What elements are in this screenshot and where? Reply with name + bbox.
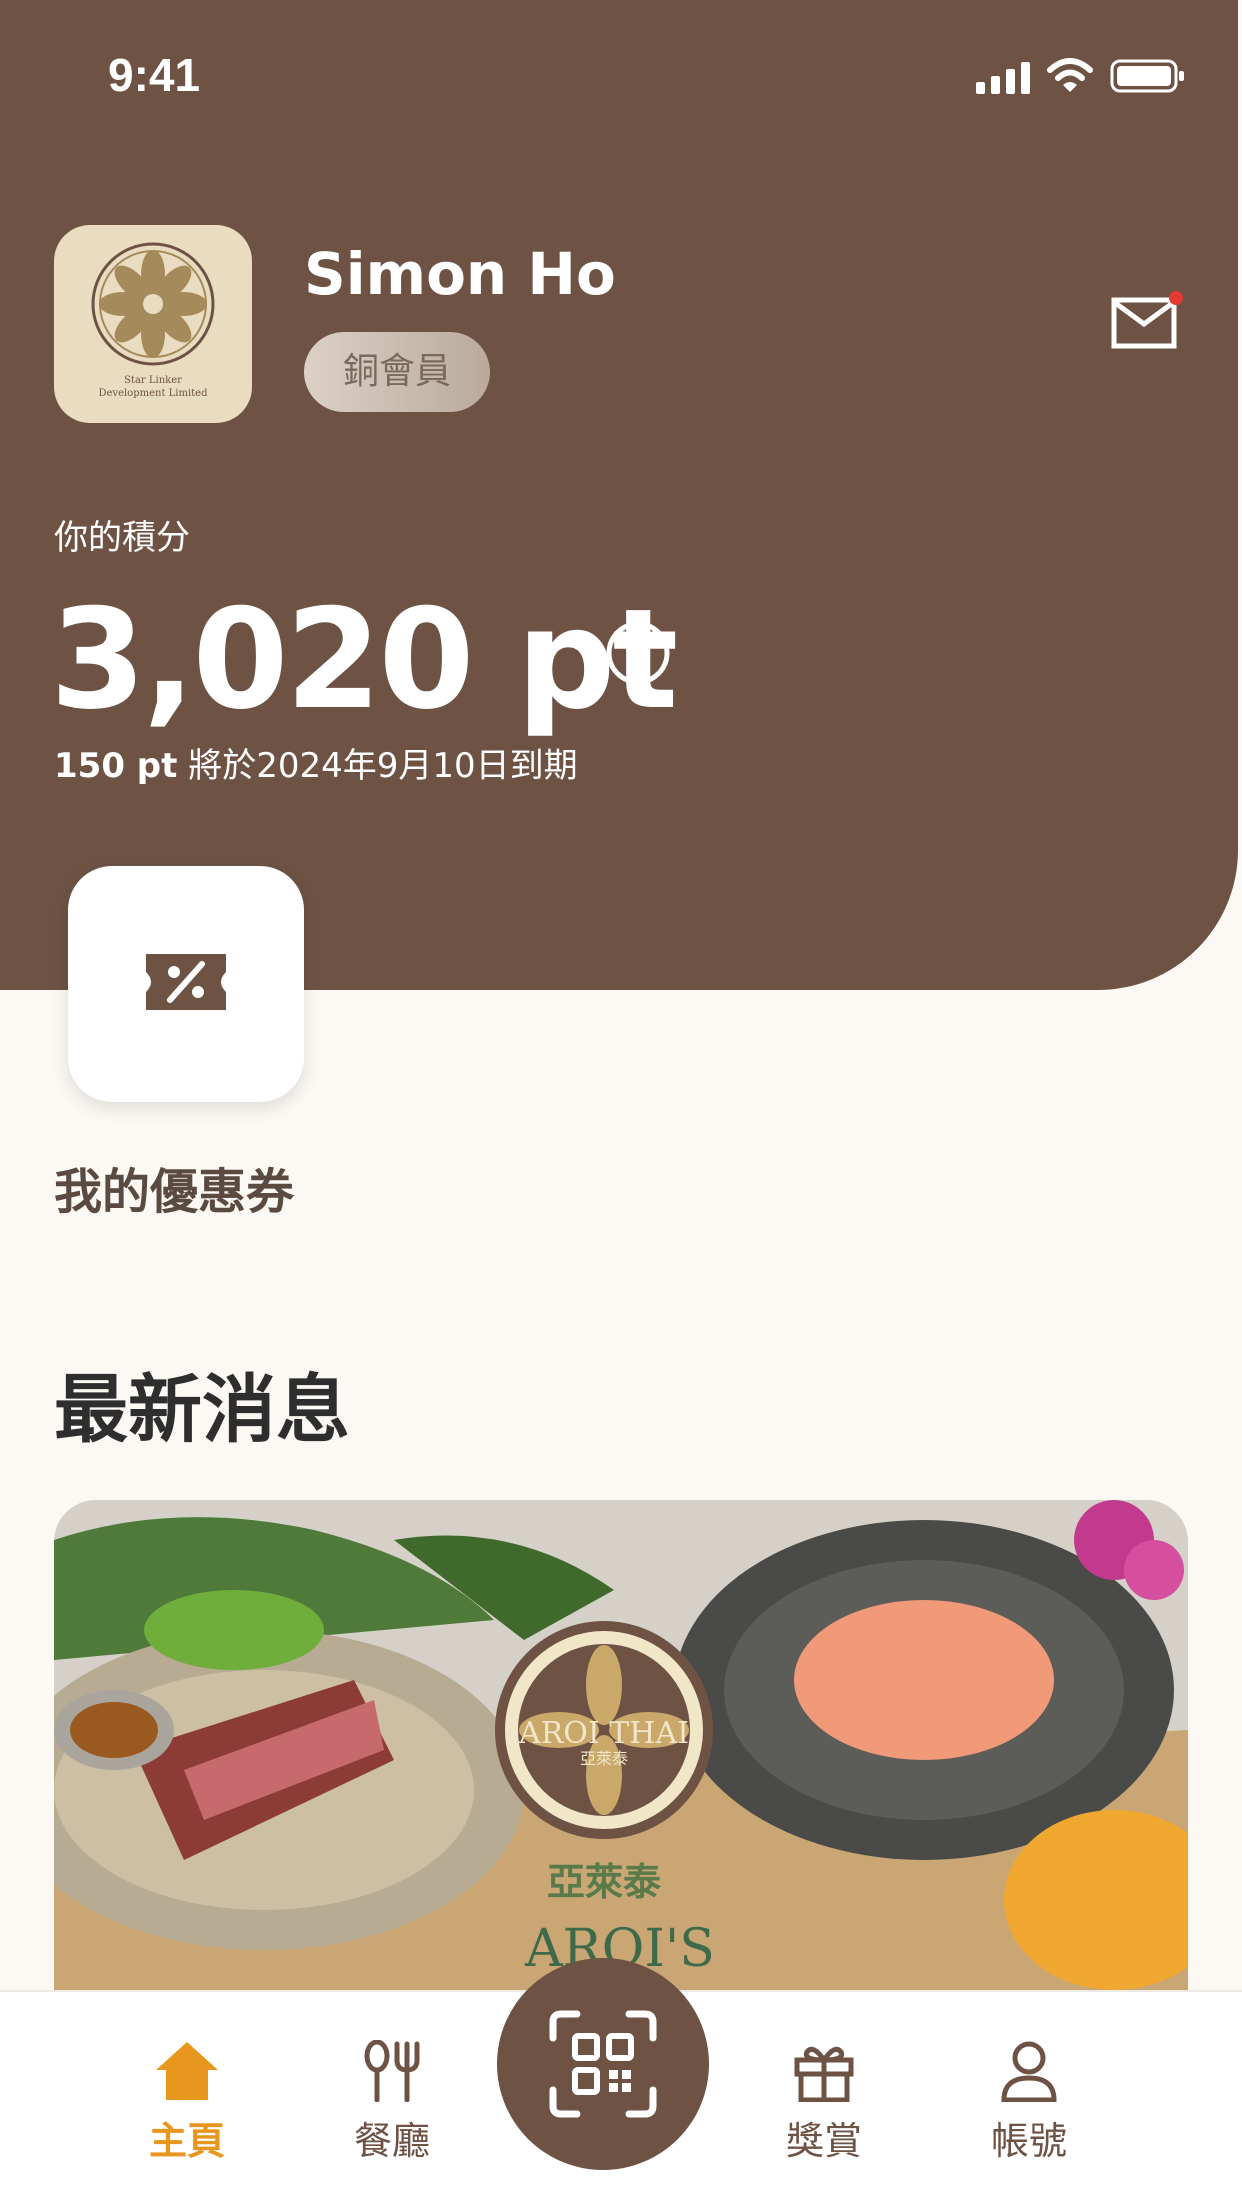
qr-scan-button[interactable] — [497, 1958, 709, 2170]
qr-scan-icon — [549, 2010, 657, 2118]
gift-icon — [794, 2046, 854, 2102]
banner-logo-subtext: 亞萊泰 — [580, 1749, 628, 1768]
news-banner[interactable]: AROI THAI 亞萊泰 亞萊泰 AROI'S — [54, 1500, 1188, 2020]
cutlery-icon — [364, 2040, 420, 2102]
points-value: 3,020 pt — [50, 579, 678, 740]
expiry-points: 150 pt — [54, 746, 178, 786]
nav-item-account[interactable]: 帳號 — [949, 2040, 1109, 2165]
wifi-icon — [1047, 58, 1093, 92]
points-label: 你的積分 — [54, 518, 190, 558]
news-banner-image: AROI THAI 亞萊泰 亞萊泰 AROI'S — [54, 1500, 1188, 2020]
user-icon — [1001, 2041, 1057, 2102]
info-icon[interactable] — [605, 620, 671, 686]
lotus-logo-icon — [91, 242, 215, 366]
user-name: Simon Ho — [304, 240, 616, 308]
avatar-caption-line2: Development Limited — [98, 388, 208, 399]
avatar[interactable]: Star Linker Development Limited — [54, 225, 252, 423]
status-bar: 9:41 — [0, 0, 1242, 150]
coupon-label[interactable]: 我的優惠券 — [54, 1152, 294, 1222]
nav-label-rewards: 獎賞 — [785, 2119, 862, 2163]
nav-label-home: 主頁 — [148, 2119, 225, 2163]
nav-item-rewards[interactable]: 獎賞 — [744, 2040, 904, 2165]
expiry-text: 將於2024年9月10日到期 — [177, 746, 578, 786]
points-expiry: 150 pt 將於2024年9月10日到期 — [54, 738, 578, 787]
coupon-button[interactable] — [68, 866, 304, 1102]
tier-badge: 銅會員 — [304, 332, 490, 412]
home-icon — [156, 2042, 218, 2100]
avatar-caption-line1: Star Linker — [124, 375, 182, 386]
nav-item-home[interactable]: 主頁 — [107, 2040, 267, 2165]
status-icons — [976, 58, 1186, 94]
nav-item-restaurants[interactable]: 餐廳 — [312, 2040, 472, 2165]
signal-icon — [976, 60, 1030, 94]
banner-chinese-text: 亞萊泰 — [547, 1860, 662, 1904]
banner-logo-text: AROI THAI — [518, 1716, 689, 1751]
mail-icon[interactable] — [1110, 290, 1184, 352]
ticket-percent-icon — [146, 954, 226, 1010]
nav-label-account: 帳號 — [990, 2119, 1067, 2163]
news-section-title: 最新消息 — [54, 1367, 350, 1453]
battery-icon — [1110, 59, 1184, 93]
profile-header: 9:41 Star Linker Development Limited Sim… — [0, 0, 1238, 990]
status-time: 9:41 — [108, 49, 201, 101]
nav-label-restaurants: 餐廳 — [353, 2119, 430, 2163]
